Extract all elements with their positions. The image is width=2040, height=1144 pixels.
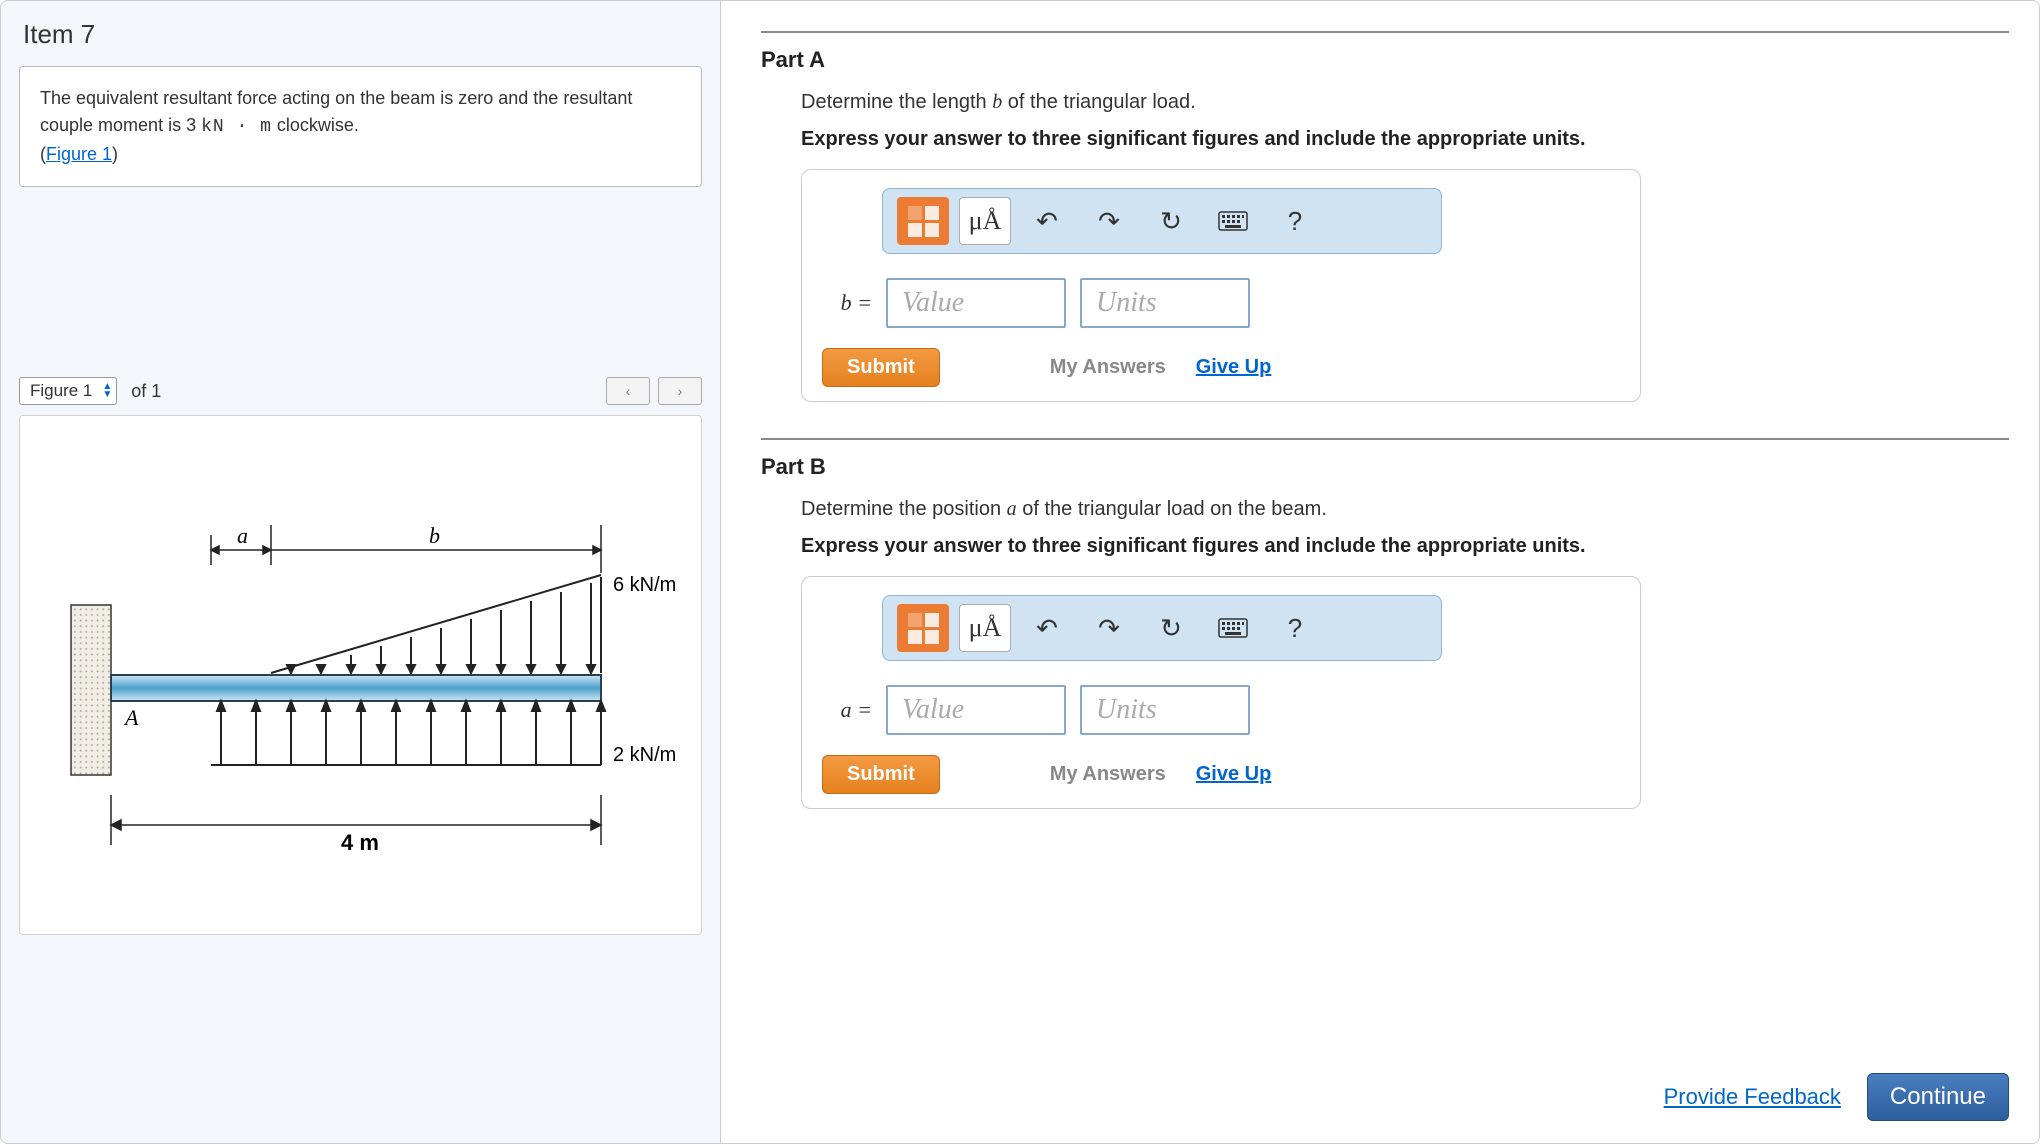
chevron-right-icon: ›: [678, 383, 683, 399]
dim-a-label: a: [237, 523, 248, 548]
part-b-heading: Part B: [761, 454, 2009, 480]
part-a-my-answers: My Answers: [1050, 356, 1166, 379]
point-A-label: A: [123, 705, 139, 730]
divider: [761, 31, 2009, 33]
item-title: Item 7: [23, 19, 702, 50]
divider: [761, 438, 2009, 440]
redo-button[interactable]: ↷: [1083, 604, 1135, 652]
part-b-submit-button[interactable]: Submit: [822, 755, 940, 794]
reset-icon: ↻: [1160, 613, 1182, 644]
undo-icon: ↶: [1036, 613, 1058, 644]
figure-selector-bar: Figure 1 ▲▼ of 1 ‹ ›: [19, 377, 702, 405]
units-symbol-button[interactable]: μÅ: [959, 604, 1011, 652]
part-a-body: Determine the length b of the triangular…: [761, 91, 2009, 402]
part-a-give-up-link[interactable]: Give Up: [1196, 356, 1272, 379]
part-a-instruction: Express your answer to three significant…: [801, 128, 2009, 151]
part-b-question: Determine the position a of the triangul…: [801, 498, 2009, 521]
continue-button[interactable]: Continue: [1867, 1073, 2009, 1121]
figure-of-text: of 1: [131, 381, 161, 402]
redo-button[interactable]: ↷: [1083, 197, 1135, 245]
part-b-instruction: Express your answer to three significant…: [801, 535, 2009, 558]
problem-text-2: clockwise.: [277, 115, 359, 135]
peak-load-label: 6 kN/m: [613, 574, 676, 596]
part-b-answer-box: μÅ ↶ ↷ ↻ ? a = Submit My Answers: [801, 576, 1641, 809]
templates-button[interactable]: [897, 197, 949, 245]
part-b-value-input[interactable]: [886, 685, 1066, 735]
part-b-my-answers: My Answers: [1050, 763, 1166, 786]
chevron-left-icon: ‹: [626, 383, 631, 399]
bottom-bar: Provide Feedback Continue: [1664, 1073, 2009, 1121]
figure-canvas: a b 6 kN/m 2 kN/m A: [19, 415, 702, 935]
part-b-value-row: a =: [822, 685, 1620, 735]
templates-button[interactable]: [897, 604, 949, 652]
beam-diagram: a b 6 kN/m 2 kN/m A: [41, 465, 681, 885]
part-a-units-input[interactable]: [1080, 278, 1250, 328]
part-b-var-label: a =: [822, 697, 872, 723]
figure-select-label: Figure 1: [30, 381, 92, 401]
figure-select[interactable]: Figure 1 ▲▼: [19, 377, 117, 405]
keyboard-button[interactable]: [1207, 197, 1259, 245]
part-a-var-label: b =: [822, 290, 872, 316]
reset-button[interactable]: ↻: [1145, 604, 1197, 652]
reset-icon: ↻: [1160, 206, 1182, 237]
part-a-submit-button[interactable]: Submit: [822, 348, 940, 387]
figure-prev-button[interactable]: ‹: [606, 377, 650, 405]
redo-icon: ↷: [1098, 206, 1120, 237]
keyboard-icon: [1218, 618, 1248, 638]
left-pane: Item 7 The equivalent resultant force ac…: [1, 1, 721, 1143]
figure-link-suffix: ): [112, 144, 118, 164]
uniform-load-label: 2 kN/m: [613, 744, 676, 766]
units-symbol-button[interactable]: μÅ: [959, 197, 1011, 245]
undo-button[interactable]: ↶: [1021, 197, 1073, 245]
part-a-heading: Part A: [761, 47, 2009, 73]
help-button[interactable]: ?: [1269, 604, 1321, 652]
provide-feedback-link[interactable]: Provide Feedback: [1664, 1084, 1841, 1110]
part-a-question: Determine the length b of the triangular…: [801, 91, 2009, 114]
problem-statement: The equivalent resultant force acting on…: [19, 66, 702, 187]
figure-link[interactable]: Figure 1: [46, 144, 112, 164]
part-a-value-row: b =: [822, 278, 1620, 328]
undo-button[interactable]: ↶: [1021, 604, 1073, 652]
part-a-answer-box: μÅ ↶ ↷ ↻ ? b = Submit My Answers: [801, 169, 1641, 402]
part-a-value-input[interactable]: [886, 278, 1066, 328]
redo-icon: ↷: [1098, 613, 1120, 644]
part-b-submit-row: Submit My Answers Give Up: [822, 755, 1620, 794]
stepper-icon: ▲▼: [102, 383, 112, 399]
part-b-toolbar: μÅ ↶ ↷ ↻ ?: [882, 595, 1442, 661]
part-b-body: Determine the position a of the triangul…: [761, 498, 2009, 809]
right-pane: Part A Determine the length b of the tri…: [721, 1, 2039, 1143]
app-root: Item 7 The equivalent resultant force ac…: [0, 0, 2040, 1144]
help-button[interactable]: ?: [1269, 197, 1321, 245]
part-a-toolbar: μÅ ↶ ↷ ↻ ?: [882, 188, 1442, 254]
keyboard-icon: [1218, 211, 1248, 231]
total-span-label: 4 m: [341, 830, 379, 855]
part-a-submit-row: Submit My Answers Give Up: [822, 348, 1620, 387]
part-b-give-up-link[interactable]: Give Up: [1196, 763, 1272, 786]
undo-icon: ↶: [1036, 206, 1058, 237]
part-b-units-input[interactable]: [1080, 685, 1250, 735]
keyboard-button[interactable]: [1207, 604, 1259, 652]
figure-next-button[interactable]: ›: [658, 377, 702, 405]
problem-units: kN · m: [201, 117, 272, 137]
dim-b-label: b: [429, 523, 440, 548]
reset-button[interactable]: ↻: [1145, 197, 1197, 245]
